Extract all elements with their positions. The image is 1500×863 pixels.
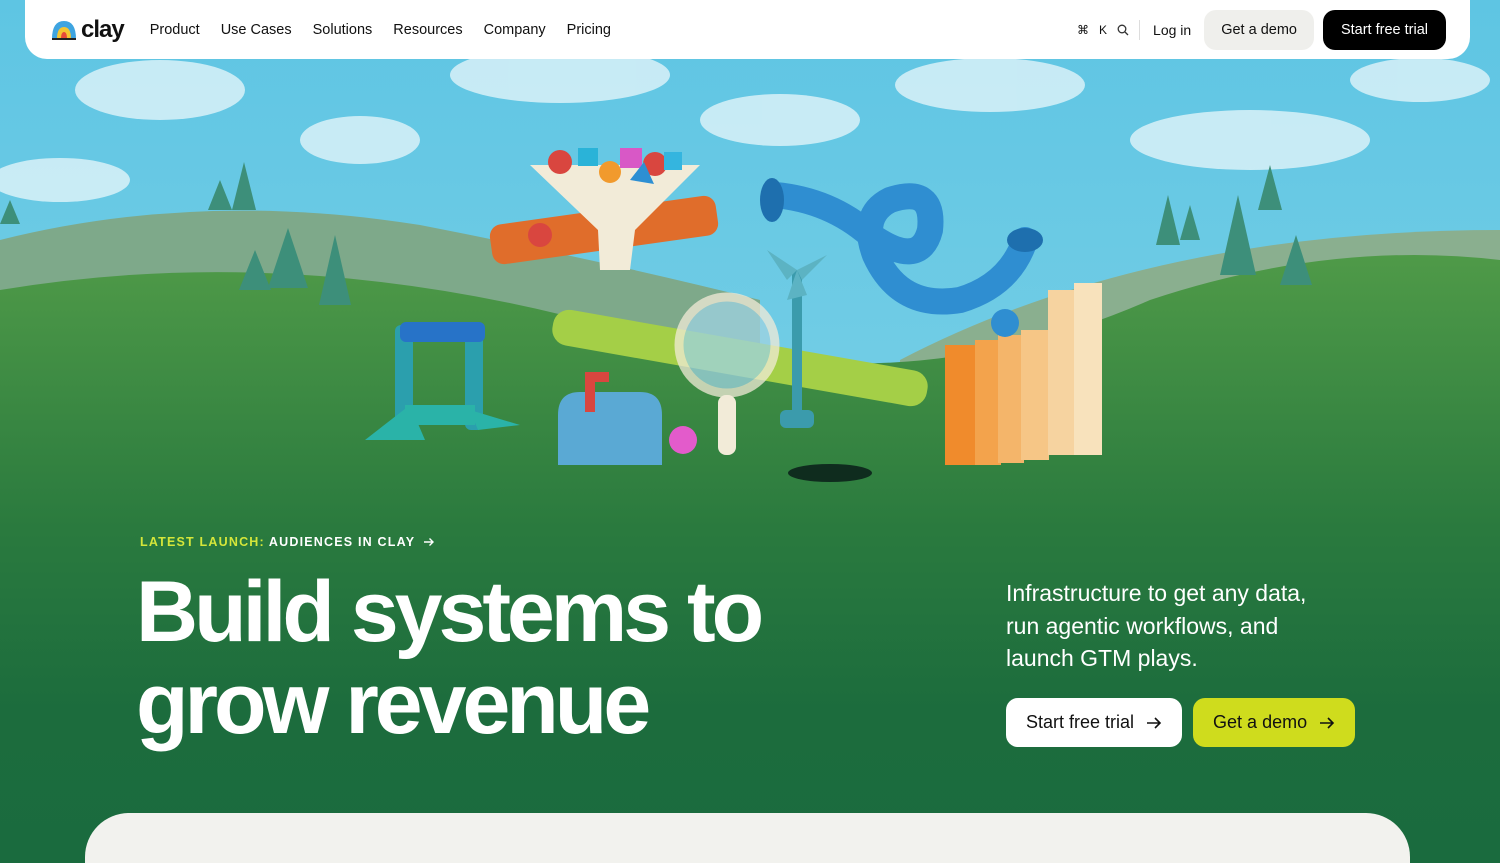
top-nav: clay Product Use Cases Solutions Resourc… [25,0,1470,59]
nav-actions: ⌘ K Log in Get a demo Start free trial [1077,9,1446,50]
login-link[interactable]: Log in [1153,22,1191,38]
nav-link-use-cases[interactable]: Use Cases [221,22,292,38]
headline-line-1: Build systems to [136,564,764,660]
start-trial-button[interactable]: Start free trial [1322,9,1446,50]
nav-links: Product Use Cases Solutions Resources Co… [150,22,611,38]
headline-line-2: grow revenue [136,656,651,752]
get-demo-button[interactable]: Get a demo [1204,9,1314,50]
arrow-right-icon [1320,716,1335,729]
nav-link-solutions[interactable]: Solutions [313,22,373,38]
nav-link-company[interactable]: Company [484,22,546,38]
search-shortcut[interactable]: ⌘ K [1077,19,1141,40]
clay-logo-icon [52,20,76,40]
command-key: ⌘ [1077,22,1090,37]
arrow-right-icon [1147,716,1162,729]
clay-logo[interactable]: clay [50,15,125,44]
hero-trial-label: Start free trial [1026,712,1135,732]
next-section-card [85,813,1410,863]
search-icon [1117,24,1129,35]
hero-headline: Build systems to grow revenue [136,566,836,750]
arrow-right-icon [424,538,435,546]
latest-launch-link[interactable]: LATEST LAUNCH: AUDIENCES IN CLAY [140,535,435,549]
hero-get-demo-button[interactable]: Get a demo [1193,698,1356,747]
logo-text: clay [81,15,125,43]
nav-link-resources[interactable]: Resources [393,22,462,38]
hero-demo-label: Get a demo [1213,712,1308,732]
nav-link-pricing[interactable]: Pricing [567,22,611,38]
hero-cta-row: Start free trial Get a demo [1006,698,1356,747]
launch-text: AUDIENCES IN CLAY [268,535,416,549]
k-key: K [1099,22,1108,37]
launch-label: LATEST LAUNCH: [140,535,265,549]
hero-subtext: Infrastructure to get any data, run agen… [1006,580,1307,671]
nav-link-product[interactable]: Product [150,22,200,38]
hero-start-trial-button[interactable]: Start free trial [1006,698,1183,747]
